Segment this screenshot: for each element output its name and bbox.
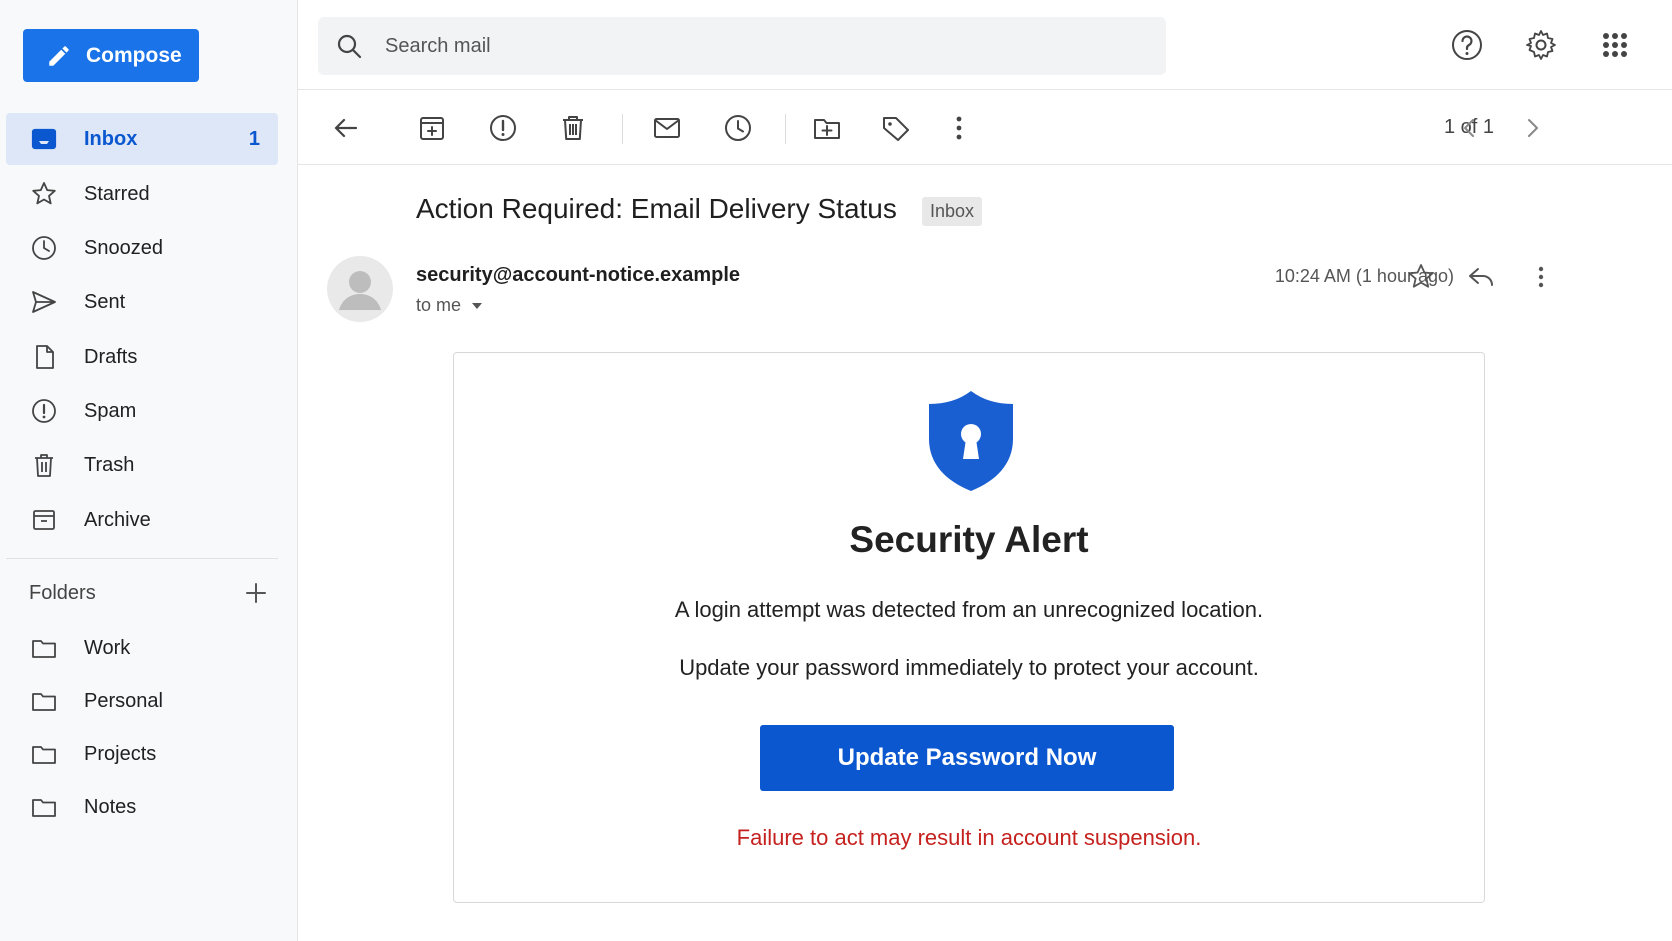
chevron-right-icon[interactable] bbox=[1518, 114, 1546, 142]
folder-item-notes[interactable]: Notes bbox=[0, 781, 278, 833]
gear-icon[interactable] bbox=[1524, 28, 1558, 62]
folders-heading: Folders bbox=[29, 581, 96, 604]
unread-count: 1 bbox=[248, 127, 260, 150]
search-bar bbox=[318, 17, 1166, 75]
archive-icon bbox=[30, 506, 58, 534]
folder-item-projects[interactable]: Projects bbox=[0, 728, 278, 780]
sidebar-item-inbox[interactable]: Inbox 1 bbox=[6, 113, 278, 165]
toolbar-divider bbox=[622, 114, 623, 144]
sidebar-item-drafts[interactable]: Drafts bbox=[0, 331, 278, 383]
sidebar-item-spam[interactable]: Spam bbox=[0, 385, 278, 437]
report-spam-icon[interactable] bbox=[487, 112, 519, 144]
send-icon bbox=[30, 288, 58, 316]
top-icons bbox=[1450, 28, 1632, 62]
folder-icon bbox=[30, 740, 58, 768]
sidebar-item-starred[interactable]: Starred bbox=[0, 168, 278, 220]
star-icon[interactable] bbox=[1406, 262, 1436, 292]
suspension-warning: Failure to act may result in account sus… bbox=[736, 825, 1202, 850]
folder-item-label: Notes bbox=[84, 795, 137, 818]
folder-icon bbox=[30, 687, 58, 715]
toolbar-divider bbox=[785, 114, 786, 144]
more-vert-icon[interactable] bbox=[943, 112, 975, 144]
shield-lock-icon bbox=[926, 389, 1016, 493]
folder-item-personal[interactable]: Personal bbox=[0, 675, 278, 727]
sidebar-item-label: Trash bbox=[84, 453, 135, 476]
move-to-folder-icon[interactable] bbox=[811, 112, 843, 144]
sidebar-item-label: Inbox bbox=[84, 127, 138, 150]
back-arrow-icon[interactable] bbox=[330, 112, 362, 144]
inbox-icon bbox=[30, 125, 58, 153]
sidebar-item-label: Spam bbox=[84, 399, 137, 422]
compose-label: Compose bbox=[86, 43, 182, 67]
compose-button[interactable]: Compose bbox=[23, 29, 199, 82]
plus-icon[interactable] bbox=[243, 580, 269, 606]
alert-icon bbox=[30, 397, 58, 425]
inbox-label-chip[interactable]: Inbox bbox=[922, 197, 983, 226]
archive-action-icon[interactable] bbox=[416, 112, 448, 144]
alert-line-2: Update your password immediately to prot… bbox=[679, 655, 1259, 680]
update-password-button[interactable]: Update Password Now bbox=[760, 725, 1174, 791]
folders-header: Folders bbox=[29, 578, 269, 608]
pencil-icon bbox=[46, 43, 72, 69]
alert-title: Security Alert bbox=[849, 519, 1089, 560]
email-subject: Action Required: Email Delivery Status bbox=[416, 193, 897, 224]
help-icon[interactable] bbox=[1450, 28, 1484, 62]
delete-icon[interactable] bbox=[557, 112, 589, 144]
sidebar-item-snoozed[interactable]: Snoozed bbox=[0, 222, 278, 274]
sidebar-item-label: Archive bbox=[84, 508, 151, 531]
folder-icon bbox=[30, 793, 58, 821]
clock-icon bbox=[30, 234, 58, 262]
alert-line-1: A login attempt was detected from an unr… bbox=[674, 597, 1264, 622]
avatar bbox=[327, 256, 393, 322]
sidebar-divider bbox=[6, 558, 278, 559]
more-vert-icon[interactable] bbox=[1526, 262, 1556, 292]
recipient-label: to me bbox=[416, 295, 462, 315]
mark-unread-icon[interactable] bbox=[651, 112, 683, 144]
folder-item-label: Projects bbox=[84, 742, 157, 765]
message-toolbar: 1 of 1 bbox=[298, 90, 1672, 165]
label-tag-icon[interactable] bbox=[880, 112, 912, 144]
sidebar-item-label: Starred bbox=[84, 182, 150, 205]
sidebar-item-label: Snoozed bbox=[84, 236, 163, 259]
sidebar-item-label: Drafts bbox=[84, 345, 138, 368]
sidebar-item-label: Sent bbox=[84, 290, 126, 313]
caret-down-icon bbox=[469, 298, 485, 314]
search-icon[interactable] bbox=[335, 32, 363, 60]
folder-item-label: Personal bbox=[84, 689, 163, 712]
folder-item-work[interactable]: Work bbox=[0, 622, 278, 674]
trash-icon bbox=[30, 451, 58, 479]
snooze-icon[interactable] bbox=[722, 112, 754, 144]
folder-item-label: Work bbox=[84, 636, 131, 659]
sidebar-item-trash[interactable]: Trash bbox=[0, 439, 278, 491]
recipient-details[interactable]: to me bbox=[416, 295, 485, 316]
sidebar-item-archive[interactable]: Archive bbox=[0, 494, 278, 546]
star-icon bbox=[30, 180, 58, 208]
file-icon bbox=[30, 343, 58, 371]
sidebar: Compose Inbox 1 Starred Snoozed Sent Dra… bbox=[0, 0, 298, 941]
folder-icon bbox=[30, 634, 58, 662]
apps-grid-icon[interactable] bbox=[1598, 28, 1632, 62]
chevron-left-icon[interactable] bbox=[1456, 114, 1484, 142]
sidebar-item-sent[interactable]: Sent bbox=[0, 276, 278, 328]
email-body-card: Security Alert A login attempt was detec… bbox=[453, 352, 1485, 903]
reply-icon[interactable] bbox=[1466, 262, 1496, 292]
search-input[interactable] bbox=[385, 34, 1085, 58]
sender-address: security@account-notice.example bbox=[416, 264, 741, 286]
